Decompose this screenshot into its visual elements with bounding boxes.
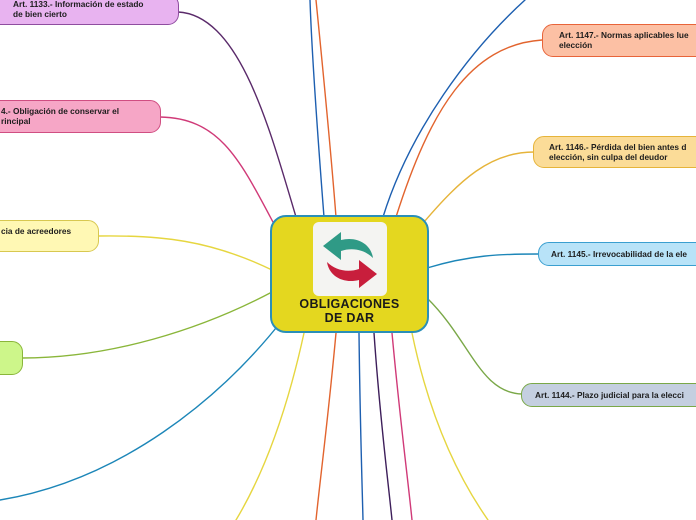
- topic-art-1133[interactable]: Art. 1133.- Información de estado de bie…: [0, 0, 179, 25]
- topic-art-1145-line-1: Art. 1145.- Irrevocabilidad de la ele: [551, 249, 688, 259]
- topic-acreedores-line-1: cia de acreedores: [1, 226, 72, 236]
- topic-art-1147-line-2: elección: [559, 40, 593, 51]
- topic-art-1133-line-1: Art. 1133.- Información de estado: [13, 0, 144, 9]
- connector-acreedores: [97, 235, 273, 271]
- connector-art-1144: [426, 297, 523, 395]
- exchange-arrows-icon: [313, 222, 387, 296]
- topic-art-1144-line-1: Art. 1144.- Plazo judicial para la elecc…: [535, 390, 684, 400]
- topic-art-1133-line-2: de bien cierto: [13, 9, 67, 20]
- topic-green-node[interactable]: [0, 341, 23, 375]
- connector-bottom-pink: [391, 332, 413, 520]
- connector-bottom-orange: [315, 332, 337, 520]
- connector-bottom-yellow-r: [411, 332, 489, 520]
- connector-bottom-left-blue: [0, 317, 285, 501]
- connector-bottom-dark: [373, 332, 393, 520]
- central-topic-title: OBLIGACIONES DE DAR: [299, 297, 400, 325]
- central-topic[interactable]: OBLIGACIONES DE DAR: [270, 215, 429, 333]
- topic-art-1146[interactable]: Art. 1146.- Pérdida del bien antes d ele…: [533, 136, 696, 168]
- topic-art-1146-line-1: Art. 1146.- Pérdida del bien antes d: [549, 142, 687, 152]
- topic-art-1134[interactable]: 4.- Obligación de conservar el rincipal: [0, 100, 161, 133]
- connector-top-blue: [309, 0, 325, 218]
- connector-art-1146: [423, 151, 535, 223]
- connector-top-right-blue: [382, 0, 526, 218]
- connector-art-1134: [159, 116, 275, 225]
- connector-art-1133: [177, 11, 297, 218]
- topic-art-1134-line-2: rincipal: [1, 116, 31, 127]
- topic-art-1144[interactable]: Art. 1144.- Plazo judicial para la elecc…: [521, 383, 696, 407]
- connector-green-node: [21, 291, 273, 359]
- connector-bottom-blue: [358, 332, 364, 520]
- connector-top-orange: [315, 0, 337, 218]
- topic-art-1147-line-1: Art. 1147.- Normas aplicables lue: [559, 30, 689, 40]
- topic-art-1146-line-2: elección, sin culpa del deudor: [549, 152, 668, 163]
- topic-art-1145[interactable]: Art. 1145.- Irrevocabilidad de la ele: [538, 242, 696, 266]
- connector-art-1147: [395, 39, 543, 218]
- topic-art-1147[interactable]: Art. 1147.- Normas aplicables lue elecci…: [542, 24, 696, 57]
- topic-acreedores[interactable]: cia de acreedores: [0, 220, 99, 252]
- topic-art-1134-line-1: 4.- Obligación de conservar el: [1, 106, 120, 116]
- connector-art-1145: [426, 253, 539, 269]
